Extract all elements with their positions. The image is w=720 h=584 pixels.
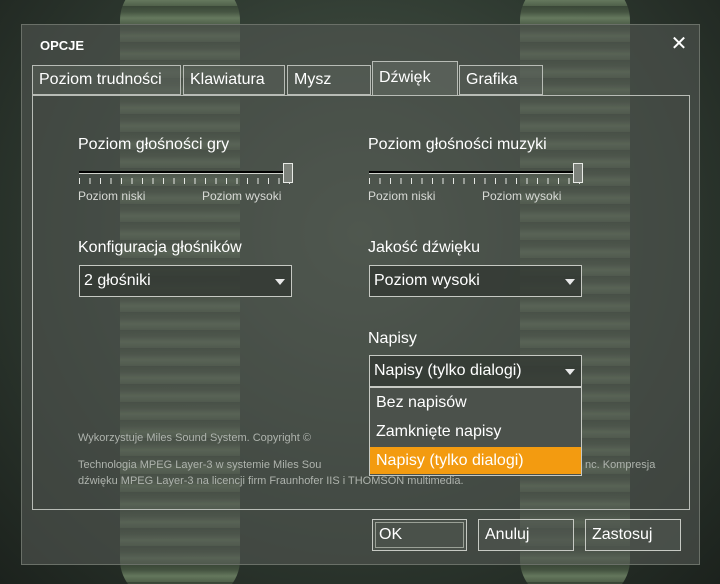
subtitles-option-none[interactable]: Bez napisów xyxy=(370,389,581,416)
speakers-select[interactable]: 2 głośniki xyxy=(79,265,292,297)
music-volume-max-label: Poziom wysoki xyxy=(482,189,562,203)
chevron-down-icon xyxy=(565,279,575,285)
chevron-down-icon xyxy=(565,369,575,375)
slider-ticks xyxy=(79,178,291,184)
game-volume-max-label: Poziom wysoki xyxy=(202,189,282,203)
slider-track xyxy=(79,171,291,174)
tab-keyboard[interactable]: Klawiatura xyxy=(183,65,285,95)
tab-difficulty[interactable]: Poziom trudności xyxy=(32,65,181,95)
ok-button[interactable]: OK xyxy=(372,519,467,551)
music-volume-label: Poziom głośności muzyki xyxy=(368,136,547,153)
music-volume-min-label: Poziom niski xyxy=(368,189,436,203)
subtitles-option-closed[interactable]: Zamknięte napisy xyxy=(370,418,581,445)
slider-track xyxy=(369,171,581,174)
cancel-button[interactable]: Anuluj xyxy=(478,519,574,551)
subtitles-select[interactable]: Napisy (tylko dialogi) xyxy=(369,355,582,387)
speakers-value: 2 głośniki xyxy=(84,272,151,289)
close-icon[interactable]: ✕ xyxy=(670,34,688,54)
mpeg-note-line1-tail: nc. Kompresja xyxy=(585,459,656,471)
quality-label: Jakość dźwięku xyxy=(368,239,481,256)
speakers-label: Konfiguracja głośników xyxy=(78,239,242,256)
sound-panel xyxy=(32,95,690,510)
slider-ticks xyxy=(369,178,581,184)
subtitles-value: Napisy (tylko dialogi) xyxy=(374,362,522,379)
tab-graphics[interactable]: Grafika xyxy=(459,65,543,95)
game-volume-min-label: Poziom niski xyxy=(78,189,146,203)
subtitles-label: Napisy xyxy=(368,330,417,347)
tab-sound[interactable]: Dźwięk xyxy=(372,61,458,96)
subtitles-option-dialogue[interactable]: Napisy (tylko dialogi) xyxy=(370,447,581,474)
quality-select[interactable]: Poziom wysoki xyxy=(369,265,582,297)
slider-thumb[interactable] xyxy=(283,163,293,183)
slider-thumb[interactable] xyxy=(573,163,583,183)
options-dialog: OPCJE ✕ Poziom trudności Klawiatura Mysz… xyxy=(21,24,700,565)
dialog-title: OPCJE xyxy=(40,38,85,53)
subtitles-dropdown: Bez napisów Zamknięte napisy Napisy (tyl… xyxy=(369,387,582,476)
mpeg-note-line1: Technologia MPEG Layer-3 w systemie Mile… xyxy=(78,459,322,471)
game-volume-label: Poziom głośności gry xyxy=(78,136,230,153)
apply-button[interactable]: Zastosuj xyxy=(585,519,681,551)
chevron-down-icon xyxy=(275,279,285,285)
quality-value: Poziom wysoki xyxy=(374,272,480,289)
tab-mouse[interactable]: Mysz xyxy=(287,65,371,95)
mpeg-note-line2: dźwięku MPEG Layer-3 na licencji firm Fr… xyxy=(78,475,464,487)
miles-note: Wykorzystuje Miles Sound System. Copyrig… xyxy=(78,432,311,444)
